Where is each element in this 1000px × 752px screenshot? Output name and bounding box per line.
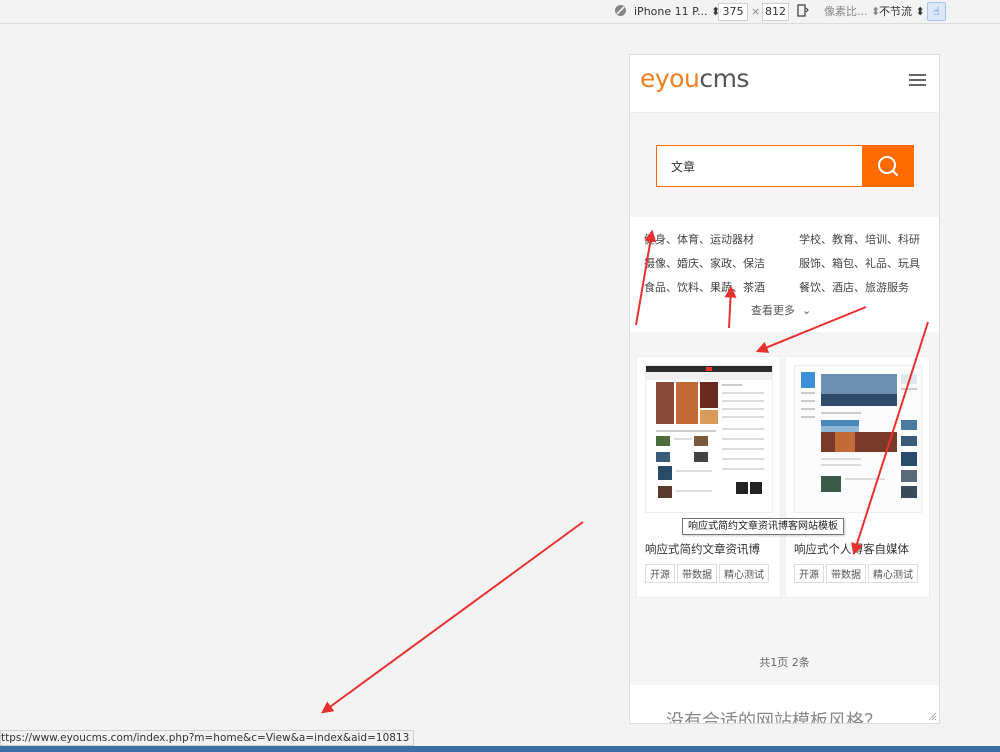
arrow-line: [321, 521, 584, 714]
arrow-line: [755, 306, 867, 353]
annotation-arrows: [321, 229, 929, 714]
arrow-line: [851, 321, 929, 556]
arrow-line: [724, 285, 737, 329]
arrow-line: [635, 229, 657, 326]
